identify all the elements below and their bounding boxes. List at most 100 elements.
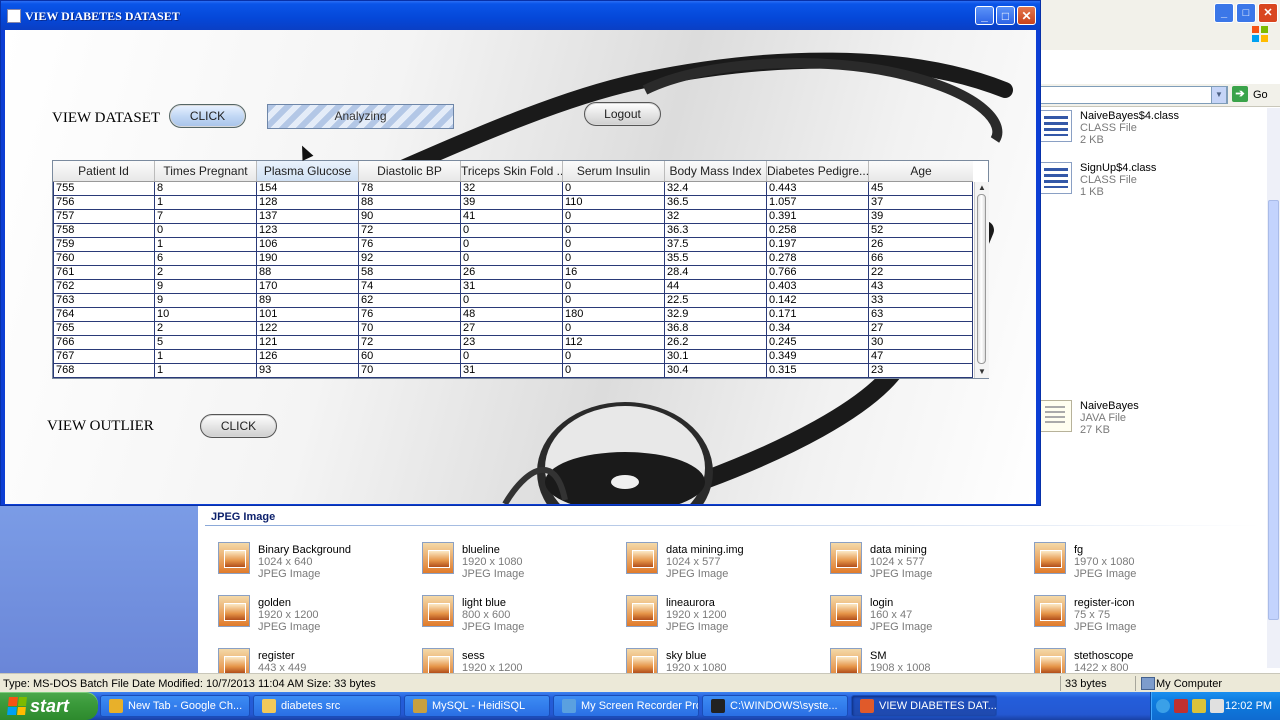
file-item[interactable]: SignUp$4.class CLASS File 1 KB xyxy=(1040,162,1156,198)
image-file-item[interactable]: fg 1970 x 1080 JPEG Image xyxy=(1034,542,1136,580)
table-cell[interactable]: 0.403 xyxy=(767,280,869,294)
column-header[interactable]: Patient Id xyxy=(53,161,155,181)
table-cell[interactable]: 78 xyxy=(359,182,461,196)
table-cell[interactable]: 170 xyxy=(257,280,359,294)
table-cell[interactable]: 60 xyxy=(359,350,461,364)
table-row[interactable]: 767 1 126 60 0 0 30.1 0.349 47 xyxy=(53,350,973,364)
table-cell[interactable]: 154 xyxy=(257,182,359,196)
table-cell[interactable]: 43 xyxy=(869,280,973,294)
minimize-button[interactable]: _ xyxy=(975,6,994,25)
table-cell[interactable]: 63 xyxy=(869,308,973,322)
table-cell[interactable]: 768 xyxy=(53,364,155,378)
table-cell[interactable]: 764 xyxy=(53,308,155,322)
help-icon[interactable] xyxy=(1156,699,1170,713)
table-scrollbar[interactable]: ▲ ▼ xyxy=(974,182,989,378)
table-cell[interactable]: 76 xyxy=(359,238,461,252)
table-cell[interactable]: 74 xyxy=(359,280,461,294)
table-cell[interactable]: 123 xyxy=(257,224,359,238)
table-cell[interactable]: 32 xyxy=(665,210,767,224)
taskbar-button[interactable]: MySQL - HeidiSQL xyxy=(404,695,550,717)
table-cell[interactable]: 30.1 xyxy=(665,350,767,364)
table-cell[interactable]: 92 xyxy=(359,252,461,266)
table-cell[interactable]: 0.443 xyxy=(767,182,869,196)
table-cell[interactable]: 58 xyxy=(359,266,461,280)
table-cell[interactable]: 0 xyxy=(155,224,257,238)
table-row[interactable]: 757 7 137 90 41 0 32 0.391 39 xyxy=(53,210,973,224)
image-file-item[interactable]: register-icon 75 x 75 JPEG Image xyxy=(1034,595,1136,633)
table-cell[interactable]: 0.315 xyxy=(767,364,869,378)
taskbar-button[interactable]: VIEW DIABETES DAT... xyxy=(851,695,997,717)
table-cell[interactable]: 190 xyxy=(257,252,359,266)
scrollbar-thumb[interactable] xyxy=(977,194,986,364)
table-cell[interactable]: 45 xyxy=(869,182,973,196)
table-cell[interactable]: 0 xyxy=(563,238,665,252)
table-cell[interactable]: 757 xyxy=(53,210,155,224)
table-cell[interactable]: 22 xyxy=(869,266,973,280)
column-header[interactable]: Age xyxy=(869,161,973,181)
table-cell[interactable]: 1 xyxy=(155,350,257,364)
table-cell[interactable]: 37.5 xyxy=(665,238,767,252)
column-header[interactable]: Diastolic BP xyxy=(359,161,461,181)
address-dropdown-icon[interactable]: ▼ xyxy=(1211,86,1227,104)
table-cell[interactable]: 0 xyxy=(563,182,665,196)
image-file-item[interactable]: login 160 x 47 JPEG Image xyxy=(830,595,932,633)
table-cell[interactable]: 180 xyxy=(563,308,665,322)
table-cell[interactable]: 1.057 xyxy=(767,196,869,210)
column-header[interactable]: Times Pregnant xyxy=(155,161,257,181)
table-cell[interactable]: 0 xyxy=(461,294,563,308)
table-cell[interactable]: 765 xyxy=(53,322,155,336)
table-cell[interactable]: 47 xyxy=(869,350,973,364)
scroll-up-icon[interactable]: ▲ xyxy=(976,182,988,194)
file-item[interactable]: NaiveBayes JAVA File 27 KB xyxy=(1040,400,1139,436)
table-cell[interactable]: 0 xyxy=(461,252,563,266)
table-cell[interactable]: 101 xyxy=(257,308,359,322)
table-cell[interactable]: 0.766 xyxy=(767,266,869,280)
table-cell[interactable]: 766 xyxy=(53,336,155,350)
table-cell[interactable]: 62 xyxy=(359,294,461,308)
volume-icon[interactable] xyxy=(1210,699,1224,713)
scroll-down-icon[interactable]: ▼ xyxy=(976,366,988,378)
table-cell[interactable]: 9 xyxy=(155,280,257,294)
table-cell[interactable]: 128 xyxy=(257,196,359,210)
table-cell[interactable]: 70 xyxy=(359,364,461,378)
table-cell[interactable]: 72 xyxy=(359,224,461,238)
taskbar-button[interactable]: diabetes src xyxy=(253,695,401,717)
table-cell[interactable]: 8 xyxy=(155,182,257,196)
table-row[interactable]: 768 1 93 70 31 0 30.4 0.315 23 xyxy=(53,364,973,378)
table-cell[interactable]: 0 xyxy=(563,252,665,266)
image-file-item[interactable]: Binary Background 1024 x 640 JPEG Image xyxy=(218,542,351,580)
table-cell[interactable]: 90 xyxy=(359,210,461,224)
table-cell[interactable]: 121 xyxy=(257,336,359,350)
table-cell[interactable]: 7 xyxy=(155,210,257,224)
table-cell[interactable]: 22.5 xyxy=(665,294,767,308)
table-cell[interactable]: 0 xyxy=(461,238,563,252)
table-cell[interactable]: 2 xyxy=(155,322,257,336)
go-arrow-icon[interactable]: ➔ xyxy=(1232,86,1248,102)
taskbar-button[interactable]: My Screen Recorder Pro xyxy=(553,695,699,717)
explorer-minimize-button[interactable]: _ xyxy=(1214,3,1234,23)
table-cell[interactable]: 36.8 xyxy=(665,322,767,336)
taskbar-button[interactable]: New Tab - Google Ch... xyxy=(100,695,250,717)
table-cell[interactable]: 39 xyxy=(461,196,563,210)
table-cell[interactable]: 0.142 xyxy=(767,294,869,308)
table-cell[interactable]: 23 xyxy=(461,336,563,350)
table-cell[interactable]: 27 xyxy=(869,322,973,336)
table-cell[interactable]: 16 xyxy=(563,266,665,280)
table-cell[interactable]: 758 xyxy=(53,224,155,238)
table-cell[interactable]: 126 xyxy=(257,350,359,364)
table-cell[interactable]: 27 xyxy=(461,322,563,336)
table-cell[interactable]: 30 xyxy=(869,336,973,350)
table-cell[interactable]: 88 xyxy=(359,196,461,210)
column-header[interactable]: Diabetes Pedigre... xyxy=(767,161,869,181)
explorer-scrollbar-thumb[interactable] xyxy=(1268,200,1279,620)
column-header[interactable]: Plasma Glucose xyxy=(257,161,359,181)
table-cell[interactable]: 0 xyxy=(563,210,665,224)
table-row[interactable]: 759 1 106 76 0 0 37.5 0.197 26 xyxy=(53,238,973,252)
table-row[interactable]: 762 9 170 74 31 0 44 0.403 43 xyxy=(53,280,973,294)
maximize-button[interactable]: □ xyxy=(996,6,1015,25)
table-cell[interactable]: 760 xyxy=(53,252,155,266)
table-cell[interactable]: 0.197 xyxy=(767,238,869,252)
table-cell[interactable]: 0 xyxy=(563,322,665,336)
table-cell[interactable]: 0 xyxy=(563,224,665,238)
table-row[interactable]: 758 0 123 72 0 0 36.3 0.258 52 xyxy=(53,224,973,238)
